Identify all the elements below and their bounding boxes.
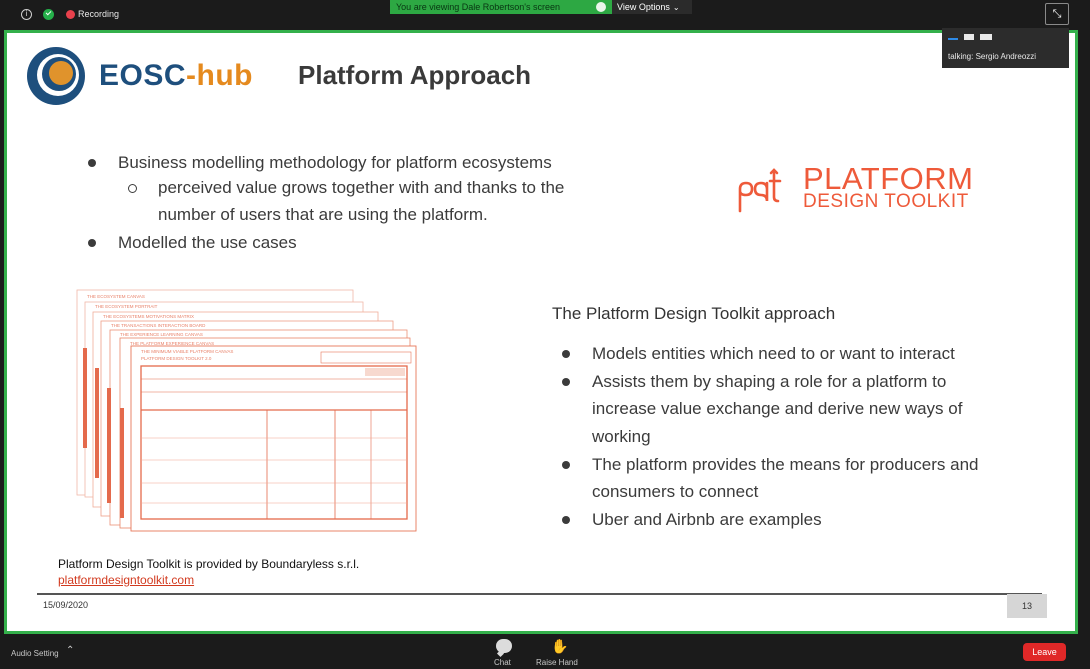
bullet-dot (88, 239, 96, 247)
logo-text-eosc: EOSC (99, 59, 187, 92)
bullet-business-modelling: Business modelling methodology for platf… (118, 153, 552, 172)
view-options-button[interactable]: View Options ⌄ (612, 0, 692, 14)
bullet-dot (562, 378, 570, 386)
hide-video-icon[interactable] (964, 34, 974, 40)
sub-bullet-line-1: perceived value grows together with and … (158, 178, 565, 197)
canvas-title-5: THE EXPERIENCE LEARNING CANVAS (120, 332, 203, 337)
approach-bullet-2-line-2: increase value exchange and derive new w… (592, 399, 963, 418)
info-icon[interactable]: i (21, 9, 32, 20)
canvas-title-3: THE ECOSYSTEMS MOTIVATIONS MATRIX (103, 314, 194, 319)
eosc-hub-logo-text: EOSC-hub (99, 59, 253, 93)
bullet-use-cases: Modelled the use cases (118, 233, 297, 252)
security-shield-icon[interactable] (43, 9, 54, 20)
raise-hand-button-label[interactable]: Raise Hand (536, 658, 578, 667)
canvas-title-4: THE TRANSACTIONS INTERACTION BOARD (111, 323, 206, 328)
pdt-canvases-illustration: THE ECOSYSTEM CANVAS THE ECOSYSTEM PORTR… (76, 289, 417, 532)
canvas-title-1: THE ECOSYSTEM CANVAS (87, 294, 145, 299)
approach-bullet-2-line-3: working (592, 427, 651, 446)
pdt-logo-subtitle: DESIGN TOOLKIT (803, 191, 969, 212)
canvas-title-6: THE PLATFORM EXPERIENCE CANVAS (130, 341, 214, 346)
minimize-icon[interactable] (948, 38, 958, 40)
chat-button-label[interactable]: Chat (494, 658, 511, 667)
pdt-logo-icon (738, 168, 782, 213)
pdt-approach-heading: The Platform Design Toolkit approach (552, 304, 836, 323)
sub-bullet-line-2: number of users that are using the platf… (158, 205, 488, 224)
view-options-label: View Options (617, 2, 670, 12)
slide-title: Platform Approach (298, 60, 532, 90)
canvas-title-2: THE ECOSYSTEM PORTRAIT (95, 304, 158, 309)
eosc-hub-logo-icon (27, 47, 85, 105)
approach-bullet-2-line-1: Assists them by shaping a role for a pla… (592, 372, 947, 391)
recording-dot-icon (66, 10, 75, 19)
chat-icon[interactable] (496, 639, 512, 653)
meeting-bottom-bar: Audio Setting ⌃ Chat ✋ Raise Hand Leave (0, 637, 1090, 669)
canvas-title-7: THE MINIMUM VIABLE PLATFORM CANVAS (141, 349, 233, 354)
sub-bullet-circle (128, 184, 137, 193)
bullet-dot (562, 461, 570, 469)
viewing-screen-banner: You are viewing Dale Robertson's screen (390, 0, 612, 14)
chevron-up-icon[interactable]: ⌃ (66, 645, 74, 656)
meeting-top-bar: i Recording You are viewing Dale Roberts… (0, 0, 1090, 30)
viewing-screen-text: You are viewing Dale Robertson's screen (396, 2, 560, 12)
page-number: 13 (1007, 594, 1047, 618)
recording-label: Recording (78, 9, 120, 19)
screen-share-status-icon (596, 2, 606, 12)
leave-button[interactable]: Leave (1023, 643, 1066, 661)
footer-divider (37, 593, 1042, 595)
talking-label: talking: Sergio Andreozzi (948, 52, 1037, 61)
presentation-slide: EOSC-hub Platform Approach Business mode… (7, 33, 1075, 631)
audio-setting-button[interactable]: Audio Setting (11, 649, 59, 658)
logo-text-dash: - (186, 59, 197, 92)
credit-text: Platform Design Toolkit is provided by B… (58, 557, 360, 571)
approach-bullet-3-line-1: The platform provides the means for prod… (592, 455, 979, 474)
approach-bullet-1-line-1: Models entities which need to or want to… (592, 344, 955, 363)
bullet-dot (88, 159, 96, 167)
bullet-dot (562, 516, 570, 524)
speaker-view-icon[interactable] (980, 34, 992, 40)
exit-fullscreen-icon: ⤡ (1052, 7, 1062, 20)
canvas-title-8: PLATFORM DESIGN TOOLKIT 2.0 (141, 356, 212, 361)
approach-bullet-3-line-2: consumers to connect (592, 482, 759, 501)
logo-text-hub: hub (196, 59, 254, 92)
bullet-dot (562, 350, 570, 358)
footer-date: 15/09/2020 (43, 600, 89, 610)
active-speaker-panel[interactable]: talking: Sergio Andreozzi (942, 28, 1069, 68)
shared-screen: EOSC-hub Platform Approach Business mode… (4, 30, 1078, 634)
approach-bullet-4-line-1: Uber and Airbnb are examples (592, 510, 822, 529)
raise-hand-icon[interactable]: ✋ (551, 639, 568, 655)
exit-fullscreen-button[interactable]: ⤡ (1045, 3, 1069, 25)
chevron-down-icon: ⌄ (672, 3, 680, 12)
credit-link[interactable]: platformdesigntoolkit.com (58, 573, 194, 587)
